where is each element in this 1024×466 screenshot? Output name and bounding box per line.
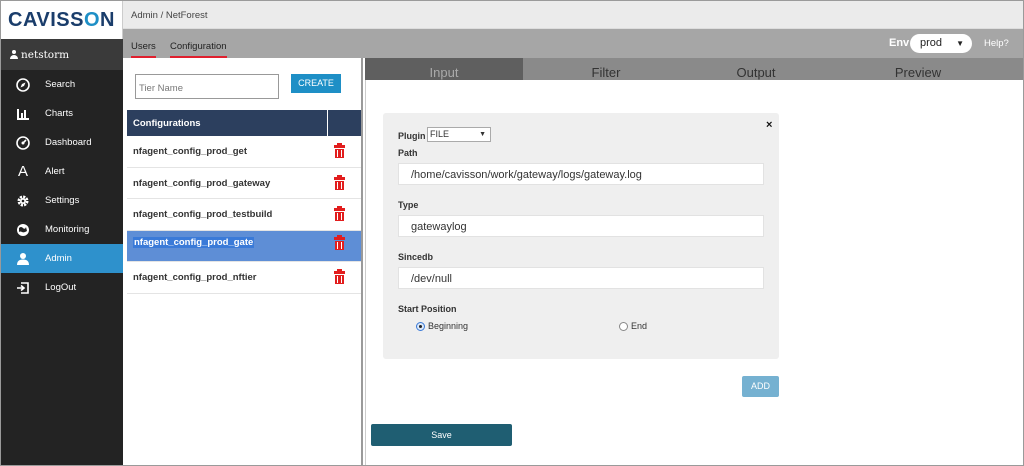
create-button[interactable]: CREATE [291,74,341,93]
sidebar-item-admin[interactable]: Admin [1,244,123,273]
user-icon [10,50,18,59]
config-row[interactable]: nfagent_config_prod_nftier [127,262,361,294]
add-button[interactable]: ADD [742,376,779,397]
sub-nav-bar: Users Configuration Env prod ▼ Help? [123,29,1023,58]
tab-output[interactable]: Output [689,58,823,80]
trash-icon[interactable] [334,234,345,250]
type-field[interactable]: gatewaylog [398,215,764,237]
gear-icon [15,193,31,209]
sidebar-item-logout[interactable]: LogOut [1,273,123,302]
dropdown-arrow-icon: ▼ [956,39,964,48]
env-select[interactable]: prod ▼ [910,34,972,53]
radio-checked-icon [416,321,425,331]
save-button[interactable]: Save [371,424,512,446]
config-row[interactable]: nfagent_config_prod_gateway [127,167,361,199]
trash-icon[interactable] [334,206,345,221]
sidebar-item-dashboard[interactable]: Dashboard [1,128,123,157]
trash-icon[interactable] [334,174,345,190]
config-row-selected[interactable]: nfagent_config_prod_gate [127,230,361,262]
tab-users[interactable]: Users [131,41,156,58]
cavisson-logo: CAVISS O N [1,1,123,39]
globe-icon [15,222,31,238]
tier-name-input[interactable]: Tier Name [135,74,279,99]
breadcrumb: Admin / NetForest [131,10,208,21]
top-bar: Admin / NetForest [123,1,1023,29]
sidebar-item-search[interactable]: Search [1,70,123,99]
trash-icon[interactable] [334,269,345,284]
config-row[interactable]: nfagent_config_prod_testbuild [127,199,361,231]
configurations-header: Configurations [127,110,361,136]
input-plugin-card: × Plugin FILE ▼ Path /home/cavisson/work… [383,113,779,359]
sidebar-item-settings[interactable]: Settings [1,186,123,215]
plugin-select[interactable]: FILE ▼ [427,127,491,142]
logout-icon [15,280,31,296]
path-field[interactable]: /home/cavisson/work/gateway/logs/gateway… [398,163,764,185]
plugin-label: Plugin [398,131,426,141]
tab-preview[interactable]: Preview [823,58,1013,80]
dropdown-arrow-icon: ▼ [479,131,486,138]
dashboard-icon [15,135,31,151]
tab-filter[interactable]: Filter [523,58,689,80]
start-position-label: Start Position [398,304,457,314]
admin-user-icon [15,251,31,267]
sidebar-item-charts[interactable]: Charts [1,99,123,128]
sincedb-field[interactable]: /dev/null [398,267,764,289]
input-editor: × Plugin FILE ▼ Path /home/cavisson/work… [365,80,1023,465]
radio-beginning[interactable]: Beginning [416,321,468,331]
compass-icon [15,77,31,93]
close-icon[interactable]: × [766,119,772,131]
editor-tabs: Input Filter Output Preview [365,58,1023,80]
sidebar-item-monitoring[interactable]: Monitoring [1,215,123,244]
type-label: Type [398,200,419,210]
tab-input[interactable]: Input [365,58,523,80]
config-list-panel: Tier Name CREATE Configurations nfagent_… [123,58,363,465]
alert-icon: A [17,163,28,180]
sincedb-label: Sincedb [398,252,434,262]
sidebar-item-alert[interactable]: A Alert [1,157,123,186]
tab-configuration[interactable]: Configuration [170,41,227,58]
radio-unchecked-icon [619,321,628,331]
radio-end[interactable]: End [619,321,647,331]
sidebar: CAVISS O N netstorm Search Charts Dashboar… [1,1,123,465]
path-label: Path [398,148,418,158]
user-label[interactable]: netstorm [1,39,123,70]
help-link[interactable]: Help? [984,38,1009,49]
env-label: Env [889,37,910,49]
bar-chart-icon [15,106,31,122]
config-list: nfagent_config_prod_get nfagent_config_p… [127,136,361,294]
config-row[interactable]: nfagent_config_prod_get [127,136,361,168]
trash-icon[interactable] [334,143,345,158]
